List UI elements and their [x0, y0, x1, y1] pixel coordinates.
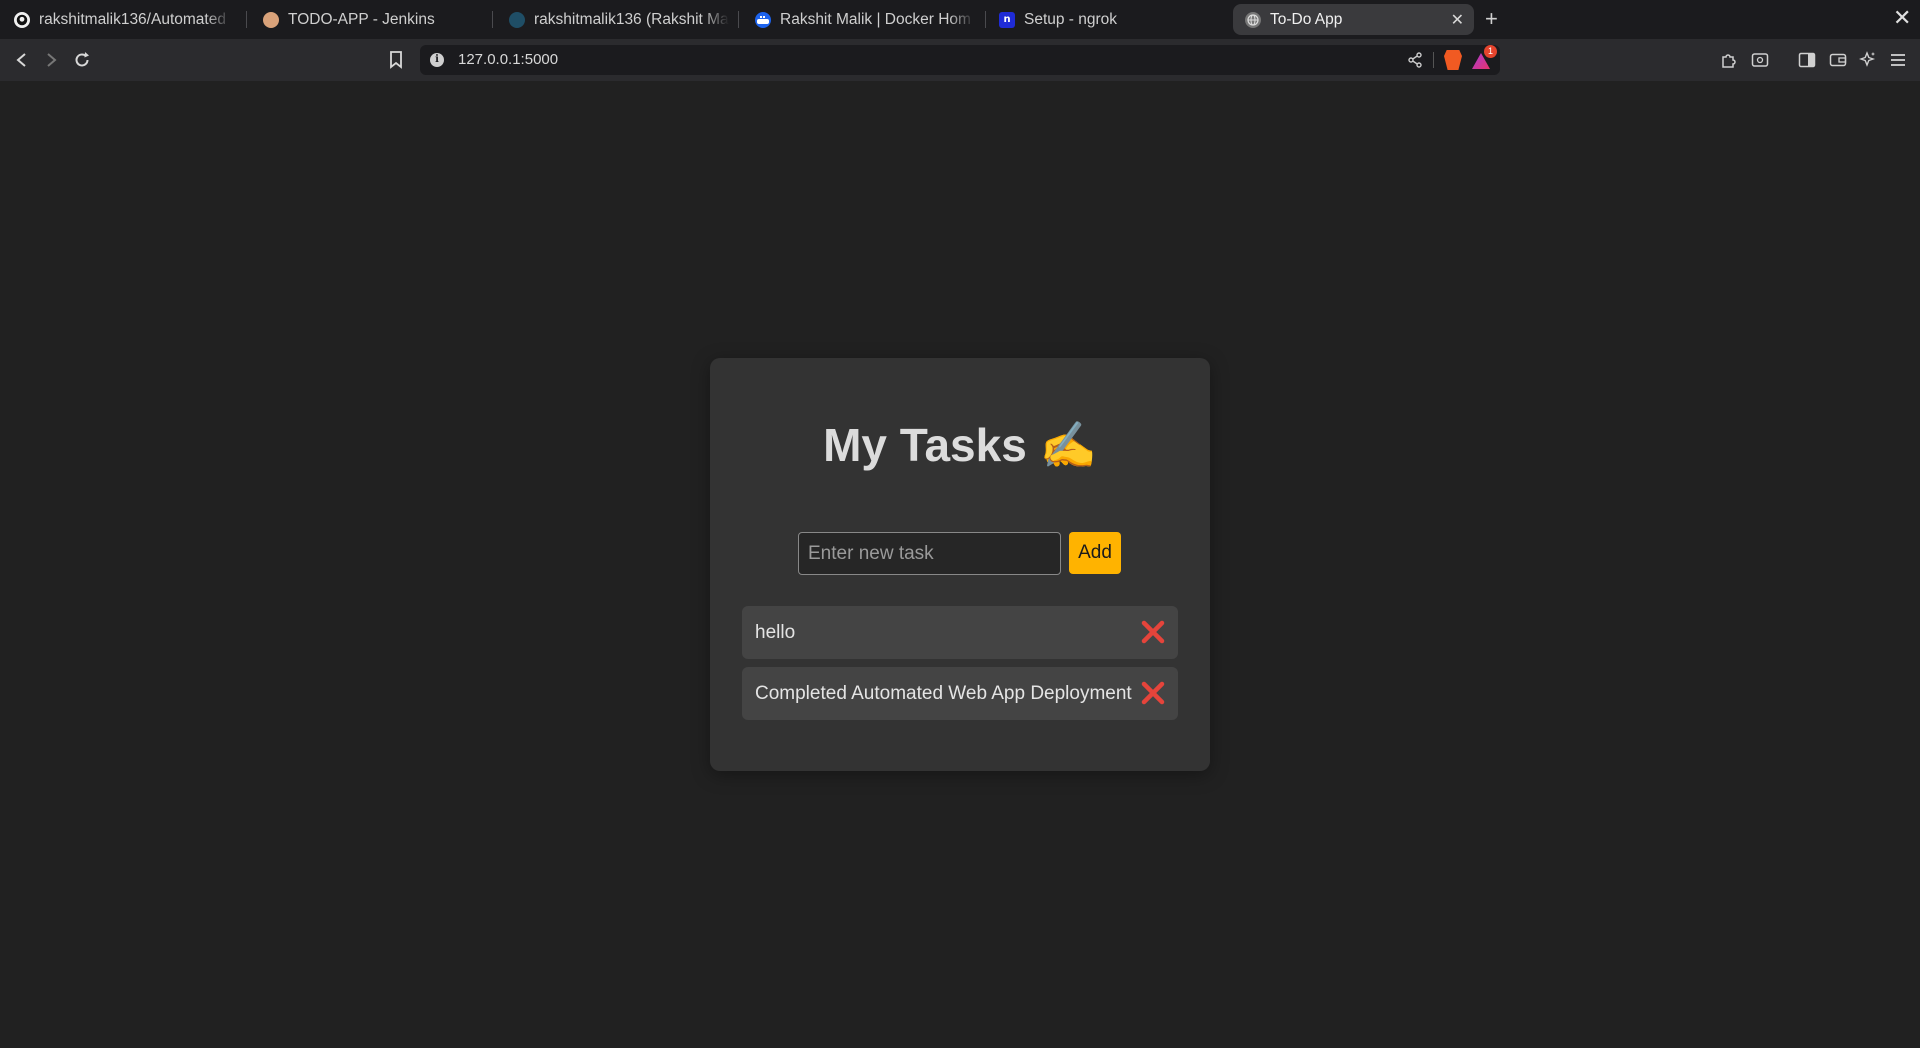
tab-github[interactable]: rakshitmalik136/Automated: [2, 4, 232, 35]
reload-icon: [75, 52, 89, 67]
bookmark-icon: [390, 51, 402, 69]
jenkins-icon: [263, 11, 279, 28]
page-title: My Tasks ✍️: [823, 419, 1097, 471]
arrow-right-icon: [47, 53, 57, 67]
delete-task-icon[interactable]: [1140, 619, 1166, 645]
brave-rewards-icon[interactable]: 1: [1472, 45, 1497, 69]
tab-todo-app[interactable]: To-Do App ✕: [1233, 4, 1474, 35]
delete-task-icon[interactable]: [1140, 680, 1166, 706]
tab-ngrok[interactable]: n Setup - ngrok: [987, 4, 1217, 35]
address-bar[interactable]: i 127.0.0.1:5000 1: [420, 45, 1500, 75]
browser-toolbar: i 127.0.0.1:5000 1: [0, 39, 1920, 81]
task-item: hello: [742, 606, 1178, 659]
globe-icon: [1245, 11, 1261, 28]
share-icon[interactable]: [1407, 52, 1423, 68]
docker-hub-icon: [509, 11, 525, 28]
new-task-input[interactable]: [798, 532, 1061, 575]
tab-title: Rakshit Malik | Docker Hom: [780, 10, 971, 28]
task-item: Completed Automated Web App Deployment: [742, 667, 1178, 720]
add-task-button[interactable]: Add: [1069, 532, 1121, 574]
tab-strip: rakshitmalik136/Automated TODO-APP - Jen…: [0, 0, 1920, 39]
capture-icon: [1751, 53, 1769, 67]
bookmark-button[interactable]: [383, 47, 409, 73]
brave-shields-icon[interactable]: [1444, 50, 1462, 70]
sidebar-button[interactable]: [1796, 49, 1818, 71]
task-text: hello: [755, 622, 796, 643]
menu-button[interactable]: [1887, 49, 1909, 71]
wallet-icon: [1829, 53, 1847, 67]
sparkle-icon: [1859, 51, 1876, 67]
docker-icon: [755, 11, 771, 28]
leo-ai-button[interactable]: [1857, 49, 1879, 71]
todo-card: My Tasks ✍️ Add hello Completed Automate…: [710, 358, 1210, 771]
tab-title: rakshitmalik136/Automated: [39, 10, 226, 28]
tab-docker-home[interactable]: Rakshit Malik | Docker Hom: [743, 4, 975, 35]
tab-title: To-Do App: [1270, 10, 1343, 28]
extensions-button[interactable]: [1718, 49, 1740, 71]
address-text[interactable]: 127.0.0.1:5000: [458, 51, 558, 68]
hamburger-menu-icon: [1891, 54, 1905, 66]
ngrok-icon: n: [999, 11, 1015, 28]
screenshot-button[interactable]: [1749, 49, 1771, 71]
close-tab-icon[interactable]: ✕: [1451, 10, 1464, 30]
back-button[interactable]: [9, 47, 35, 73]
tab-docker-hub-profile[interactable]: rakshitmalik136 (Rakshit Ma: [497, 4, 729, 35]
task-text: Completed Automated Web App Deployment: [755, 683, 1132, 704]
forward-button[interactable]: [38, 47, 64, 73]
tab-jenkins[interactable]: TODO-APP - Jenkins: [251, 4, 481, 35]
arrow-left-icon: [16, 53, 26, 67]
notification-badge: 1: [1484, 45, 1497, 58]
window-close-button[interactable]: ✕: [1893, 5, 1911, 31]
reload-button[interactable]: [69, 47, 95, 73]
tab-title: TODO-APP - Jenkins: [288, 10, 435, 28]
wallet-button[interactable]: [1827, 49, 1849, 71]
new-tab-button[interactable]: +: [1485, 6, 1498, 32]
sidebar-icon: [1798, 52, 1816, 68]
github-icon: [14, 11, 30, 28]
tab-title: Setup - ngrok: [1024, 10, 1118, 28]
site-info-icon[interactable]: i: [430, 53, 444, 67]
puzzle-icon: [1722, 54, 1736, 68]
tab-title: rakshitmalik136 (Rakshit Ma: [534, 10, 729, 28]
